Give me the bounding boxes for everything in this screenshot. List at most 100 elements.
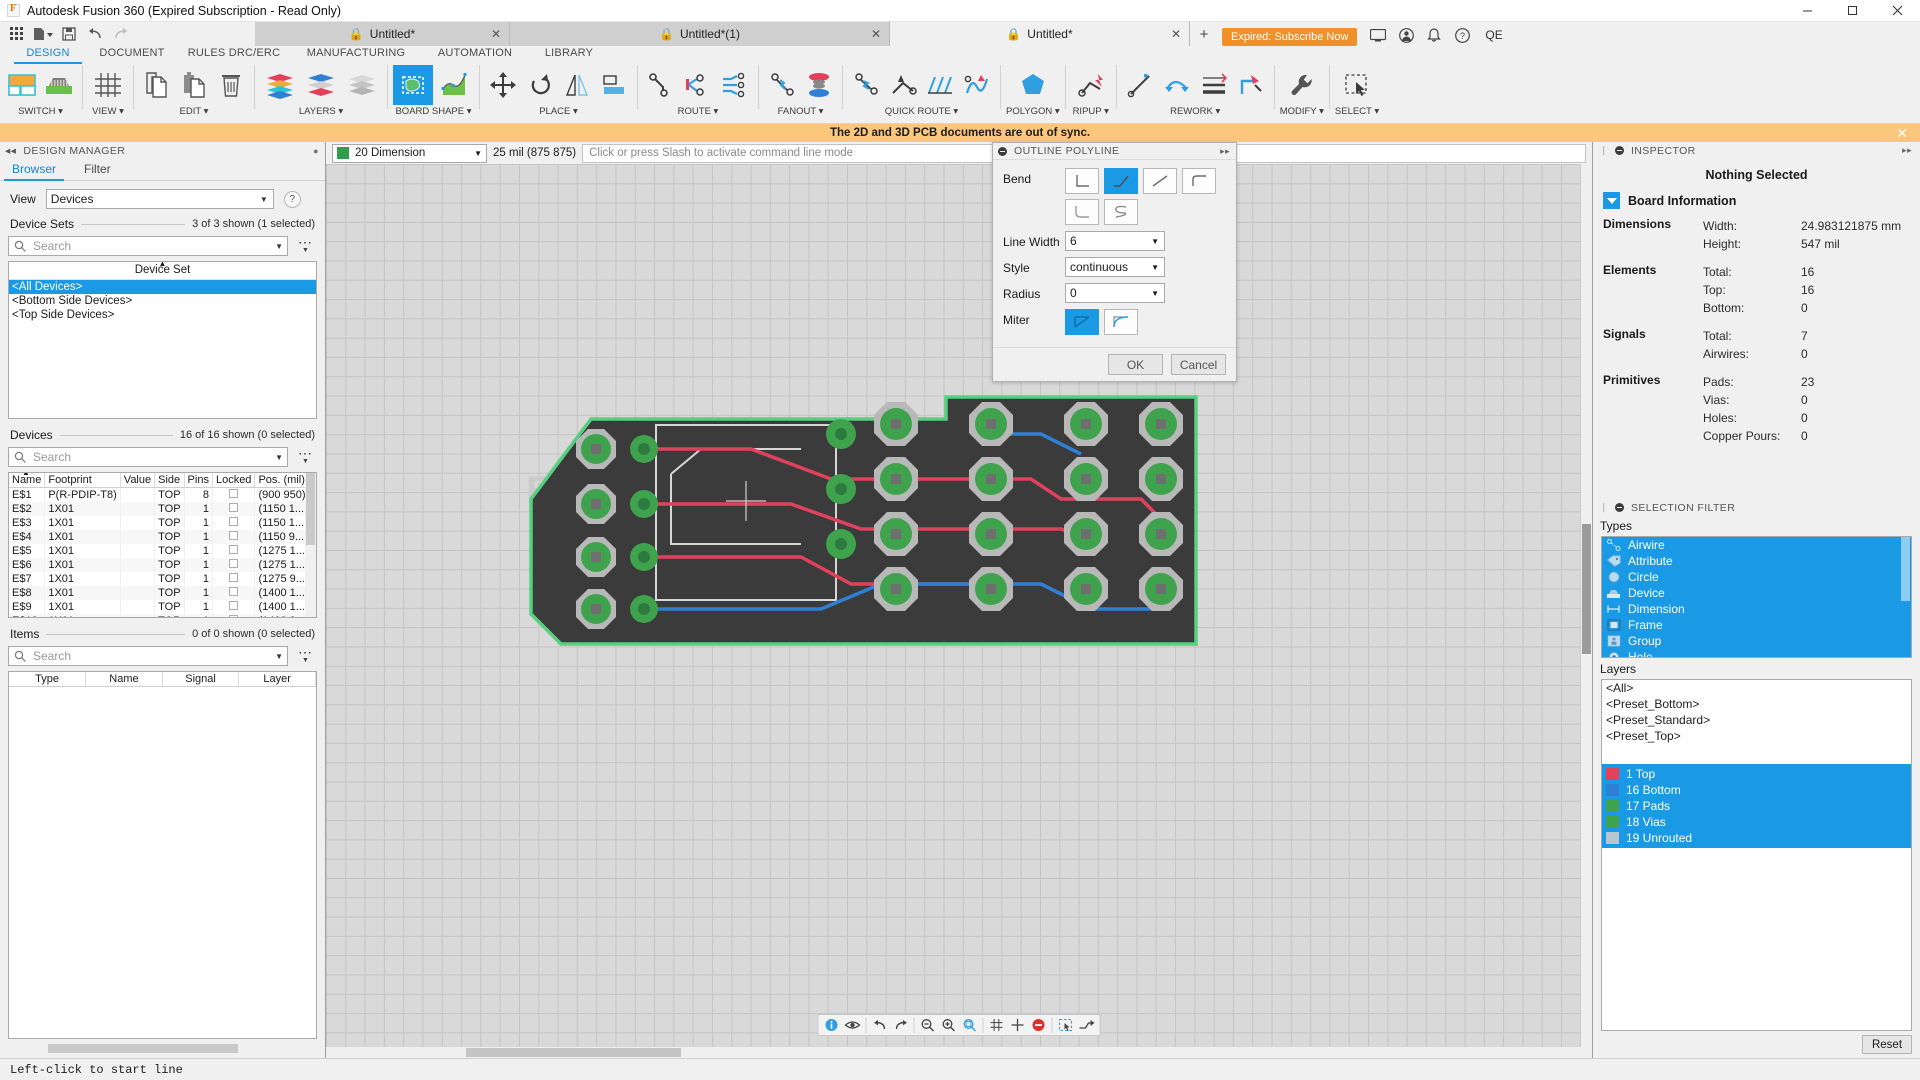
switch-to-3d-icon[interactable] bbox=[41, 65, 77, 105]
devices-search-input[interactable]: ▼ bbox=[8, 447, 288, 467]
redo-icon[interactable] bbox=[891, 1015, 911, 1035]
measure-icon[interactable] bbox=[1077, 1015, 1097, 1035]
wrench-icon[interactable] bbox=[1282, 65, 1322, 105]
selection-type-item[interactable]: Dimension bbox=[1602, 601, 1911, 617]
via-stack-icon[interactable] bbox=[801, 65, 837, 105]
document-tab-1[interactable]: 🔒 Untitled* ✕ bbox=[255, 22, 510, 46]
selection-type-item[interactable]: Group bbox=[1602, 633, 1911, 649]
canvas-horizontal-scrollbar[interactable] bbox=[326, 1047, 1592, 1058]
items-table[interactable]: Type Name Signal Layer bbox=[8, 671, 317, 1039]
table-row[interactable]: E$81X01TOP1(1400 1... bbox=[9, 586, 317, 600]
col-locked[interactable]: Locked bbox=[212, 473, 254, 488]
grid-menu-icon[interactable] bbox=[4, 23, 30, 45]
device-sets-search-input[interactable]: ▼ bbox=[8, 236, 288, 256]
expand-inspector-icon[interactable]: ▸▸ bbox=[1902, 145, 1912, 156]
switch-to-schematic-icon[interactable] bbox=[4, 65, 40, 105]
move-icon[interactable] bbox=[485, 65, 521, 105]
view-combo[interactable]: Devices ▼ bbox=[46, 189, 274, 209]
device-set-item-top[interactable]: <Top Side Devices> bbox=[9, 308, 316, 322]
grid-icon[interactable] bbox=[987, 1015, 1007, 1035]
board-outline-icon[interactable] bbox=[393, 65, 433, 105]
ripup-icon[interactable] bbox=[1071, 65, 1111, 105]
devices-options-button[interactable]: ⋯▼ bbox=[294, 449, 317, 465]
canvas-vertical-scrollbar[interactable] bbox=[1581, 164, 1592, 1047]
locked-checkbox[interactable] bbox=[229, 573, 238, 582]
maximize-button[interactable] bbox=[1830, 0, 1875, 22]
col-side[interactable]: Side bbox=[155, 473, 184, 488]
table-row[interactable]: E$71X01TOP1(1275 9... bbox=[9, 572, 317, 586]
tab-browser[interactable]: Browser bbox=[4, 162, 64, 180]
document-tab-2[interactable]: 🔒 Untitled*(1) ✕ bbox=[510, 22, 890, 46]
align-icon[interactable] bbox=[596, 65, 632, 105]
cancel-button[interactable]: Cancel bbox=[1171, 354, 1226, 375]
locked-checkbox[interactable] bbox=[229, 587, 238, 596]
bend-curve-button[interactable] bbox=[1065, 199, 1099, 225]
col-type[interactable]: Type bbox=[9, 672, 86, 687]
miter-round-button[interactable] bbox=[1104, 309, 1138, 335]
selection-type-item[interactable]: Hole bbox=[1602, 649, 1911, 658]
trace-width-icon[interactable] bbox=[1196, 65, 1232, 105]
col-signal[interactable]: Signal bbox=[162, 672, 239, 687]
locked-checkbox[interactable] bbox=[229, 559, 238, 568]
bend-straight-diagonal-button[interactable] bbox=[1143, 168, 1177, 194]
save-icon[interactable] bbox=[56, 23, 82, 45]
locked-checkbox[interactable] bbox=[229, 615, 238, 618]
miter-icon[interactable] bbox=[1233, 65, 1269, 105]
layer-item[interactable]: 1 Top bbox=[1602, 766, 1911, 782]
ribbon-tab-rules[interactable]: RULES DRC/ERC bbox=[176, 46, 292, 63]
layer-item[interactable]: 19 Unrouted bbox=[1602, 830, 1911, 846]
cell-locked[interactable] bbox=[212, 530, 254, 544]
layers-list[interactable]: <All><Preset_Bottom><Preset_Standard><Pr… bbox=[1601, 679, 1912, 1031]
cell-locked[interactable] bbox=[212, 502, 254, 516]
selection-type-item[interactable]: Airwire bbox=[1602, 537, 1911, 553]
bend-90-left-button[interactable] bbox=[1065, 168, 1099, 194]
line-width-combo[interactable]: 6 ▼ bbox=[1065, 231, 1165, 251]
col-pins[interactable]: Pins bbox=[184, 473, 212, 488]
info-icon[interactable] bbox=[822, 1015, 842, 1035]
cell-locked[interactable] bbox=[212, 572, 254, 586]
cell-locked[interactable] bbox=[212, 516, 254, 530]
cell-locked[interactable] bbox=[212, 488, 254, 503]
device-sets-search-field[interactable] bbox=[33, 239, 283, 253]
quick-route-icon[interactable] bbox=[885, 65, 921, 105]
warning-close-icon[interactable]: ✕ bbox=[1896, 125, 1908, 142]
cross-icon[interactable] bbox=[1008, 1015, 1028, 1035]
items-search-input[interactable]: ▼ bbox=[8, 646, 288, 666]
tab-close-icon[interactable]: ✕ bbox=[491, 27, 501, 41]
new-tab-button[interactable]: + bbox=[1190, 22, 1218, 46]
visibility-icon[interactable] bbox=[843, 1015, 863, 1035]
zoom-out-icon[interactable] bbox=[918, 1015, 938, 1035]
redo-icon[interactable] bbox=[108, 23, 134, 45]
undo-icon[interactable] bbox=[82, 23, 108, 45]
col-value[interactable]: Value bbox=[120, 473, 154, 488]
view-help-icon[interactable]: ? bbox=[284, 191, 301, 208]
zoom-in-icon[interactable] bbox=[939, 1015, 959, 1035]
cell-locked[interactable] bbox=[212, 586, 254, 600]
monitor-icon[interactable] bbox=[1365, 24, 1391, 46]
tab-close-icon[interactable]: ✕ bbox=[1171, 27, 1181, 41]
table-row[interactable]: E$31X01TOP1(1150 1... bbox=[9, 516, 317, 530]
device-sets-column-header[interactable]: ▲ Device Set bbox=[9, 262, 316, 280]
meander-icon[interactable] bbox=[959, 65, 995, 105]
select-region-icon[interactable] bbox=[1056, 1015, 1076, 1035]
ribbon-tab-document[interactable]: DOCUMENT bbox=[88, 46, 176, 63]
device-set-item-bottom[interactable]: <Bottom Side Devices> bbox=[9, 294, 316, 308]
new-document-icon[interactable] bbox=[30, 23, 56, 45]
device-sets-options-button[interactable]: ⋯▼ bbox=[294, 238, 317, 254]
active-layer-selector[interactable]: 20 Dimension ▼ bbox=[332, 144, 487, 163]
ribbon-tab-library[interactable]: LIBRARY bbox=[530, 46, 608, 63]
layer-preset-item[interactable]: <Preset_Standard> bbox=[1602, 712, 1911, 728]
panel-menu-icon[interactable]: ● bbox=[313, 146, 319, 156]
person-icon[interactable] bbox=[1393, 24, 1419, 46]
table-row[interactable]: E$41X01TOP1(1150 9... bbox=[9, 530, 317, 544]
table-row[interactable]: E$91X01TOP1(1400 1... bbox=[9, 600, 317, 614]
selection-type-item[interactable]: Circle bbox=[1602, 569, 1911, 585]
col-pos[interactable]: Pos. (mil) bbox=[255, 473, 309, 488]
bell-icon[interactable] bbox=[1421, 24, 1447, 46]
pcb-editor-canvas[interactable]: E$1 E$2 E$5 E$8 E$10 E$3 E$6 E$9 E$4 E$7… bbox=[326, 164, 1592, 1058]
ribbon-tab-manufacturing[interactable]: MANUFACTURING bbox=[292, 46, 420, 63]
fanout-single-icon[interactable] bbox=[764, 65, 800, 105]
board-information-header[interactable]: Board Information bbox=[1593, 190, 1920, 213]
route-net-icon[interactable] bbox=[680, 65, 716, 105]
chevron-down-icon[interactable]: ▼ bbox=[275, 453, 283, 462]
